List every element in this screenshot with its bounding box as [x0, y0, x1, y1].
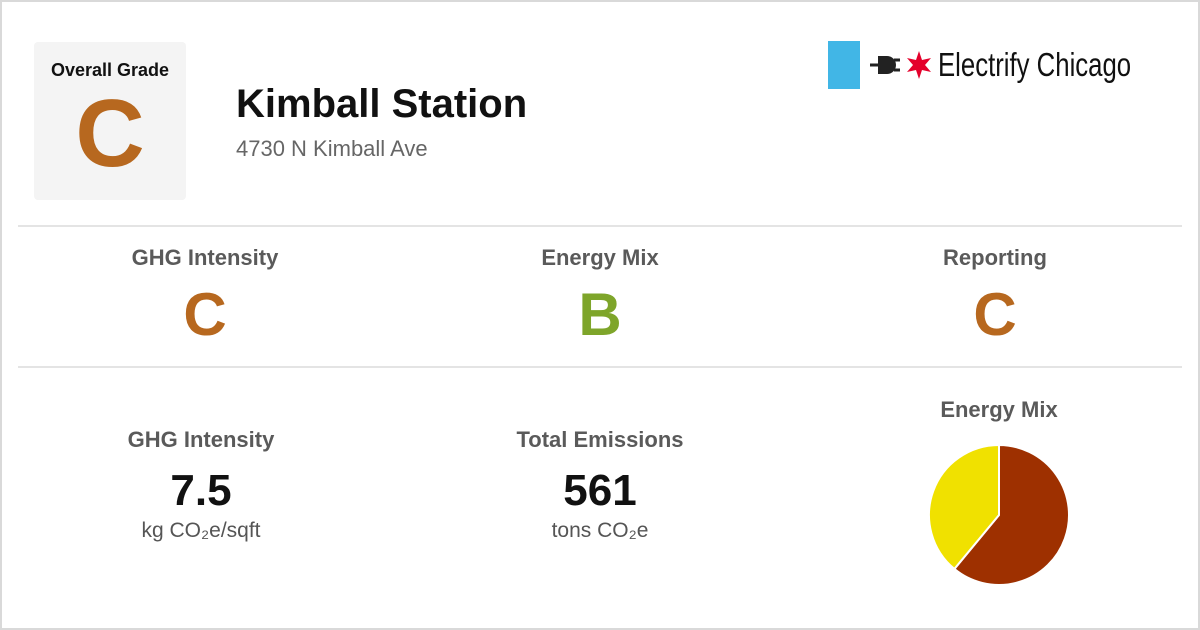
metric-total-emissions: Total Emissions 561 tons CO₂e	[450, 427, 750, 543]
metric-value: 7.5	[170, 466, 232, 515]
brand-name: Electrify Chicago	[938, 46, 1132, 83]
building-address: 4730 N Kimball Ave	[236, 136, 428, 161]
brand-logo[interactable]: Electrify Chicago	[828, 40, 1174, 90]
grade-label: GHG Intensity	[131, 245, 279, 270]
energy-mix-title: Energy Mix	[940, 397, 1058, 422]
metric-label: Total Emissions	[516, 427, 684, 452]
grade-label: Energy Mix	[541, 245, 659, 270]
divider-bottom	[18, 366, 1182, 368]
overall-grade-label: Overall Grade	[50, 60, 170, 80]
grade-reporting: Reporting C	[845, 245, 1145, 345]
building-name: Kimball Station	[236, 82, 528, 126]
energy-mix-pie-chart	[928, 444, 1070, 586]
plug-icon	[870, 56, 900, 74]
grade-energy-mix: Energy Mix B	[450, 245, 750, 345]
metric-value: 561	[563, 466, 637, 515]
metric-ghg-intensity: GHG Intensity 7.5 kg CO₂e/sqft	[51, 427, 351, 543]
grade-letter: B	[578, 281, 622, 348]
star-icon	[907, 51, 931, 79]
divider-top	[18, 225, 1182, 227]
overall-grade-letter: C	[75, 80, 145, 187]
flag-stripe	[828, 41, 860, 89]
metric-unit: kg CO₂e/sqft	[141, 519, 261, 542]
overall-grade-box: Overall Grade C	[34, 42, 186, 200]
metric-label: GHG Intensity	[127, 427, 275, 452]
metric-unit: tons CO₂e	[551, 519, 649, 542]
grade-letter: C	[973, 281, 1017, 348]
grade-letter: C	[183, 281, 227, 348]
grade-label: Reporting	[943, 245, 1047, 270]
grade-ghg-intensity: GHG Intensity C	[55, 245, 355, 345]
